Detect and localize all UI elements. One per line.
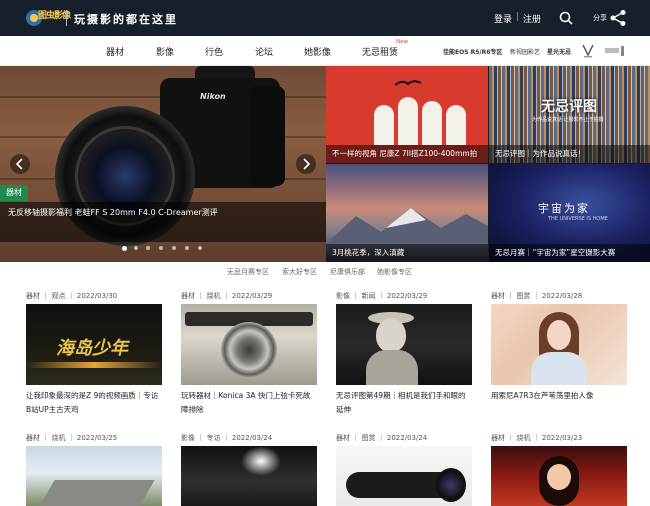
feature-tile-3[interactable]: 3月桃花季，深入滇藏: [326, 164, 488, 262]
tile-overlay-title: 宇宙为家: [538, 202, 590, 215]
article-meta: 器材 ｜ 图赏 ｜ 2022/03/28: [491, 292, 583, 300]
article-thumbnail[interactable]: [181, 304, 317, 385]
mannequin-image: [376, 318, 406, 352]
temple-image: [446, 105, 466, 145]
feature-tile-caption[interactable]: 不一样的视角 尼康Z 7II搭Z100-400mm拍: [326, 145, 488, 163]
temple-image: [398, 97, 418, 145]
mannequin-image: [366, 350, 418, 385]
article-meta: 器材 ｜ 图赏 ｜ 2022/03/24: [336, 434, 428, 442]
register-link[interactable]: 注册: [523, 12, 541, 25]
partner-logo-icon-2[interactable]: [604, 43, 626, 59]
new-badge: New: [396, 39, 408, 45]
article-thumbnail[interactable]: 海岛少年: [26, 304, 162, 385]
portrait-image: [547, 464, 571, 490]
article-title[interactable]: 用索尼A7R3在芦苇荡里拍人像: [491, 389, 627, 403]
carousel-dot[interactable]: [159, 246, 163, 250]
article-thumbnail[interactable]: [491, 446, 627, 506]
article-title[interactable]: 无忌评图第49期｜相机是我们手和眼的延伸: [336, 389, 472, 417]
hero-main-slide[interactable]: Nikon 器材 无反移轴摄影福利 老蛙FF S 20mm F4.0 C-Dre…: [0, 66, 326, 262]
telephoto-lens-image: [436, 468, 466, 502]
glow-effect: [26, 362, 162, 368]
sub-nav: 无忌月赛专区 索大好专区 尼康俱乐部 她影像专区: [0, 263, 650, 281]
hero-banner: Nikon 器材 无反移轴摄影福利 老蛙FF S 20mm F4.0 C-Dre…: [0, 66, 650, 262]
camera-image: [250, 86, 285, 186]
thumbnail-text: 海岛少年: [56, 338, 128, 359]
nav-item-equipment[interactable]: 器材: [106, 45, 124, 58]
article-thumbnail[interactable]: [181, 446, 317, 506]
feature-tile-caption[interactable]: 3月桃花季，深入滇藏: [326, 244, 488, 262]
auth-divider: |: [516, 12, 520, 22]
site-slogan: 玩摄影的都在这里: [74, 13, 178, 26]
tile-overlay-subtitle: 为作品说真话 让摄影不止于拍摄: [532, 117, 604, 123]
feature-tile-caption[interactable]: 无忌月赛｜“宇宙为家”星空摄影大赛: [489, 244, 650, 262]
hero-category-tag[interactable]: 器材: [0, 185, 28, 201]
carousel-dot[interactable]: [185, 246, 189, 250]
portrait-image: [547, 320, 571, 350]
nav-item-imaging[interactable]: 影像: [156, 45, 174, 58]
carousel-dot[interactable]: [122, 246, 127, 251]
temple-image: [422, 101, 442, 145]
logo-divider: [66, 10, 67, 26]
portrait-image: [531, 352, 587, 385]
article-meta: 器材 ｜ 烧机 ｜ 2022/03/25: [26, 434, 118, 442]
main-nav: 器材 影像 行色 论坛 她影像 无忌租赁 New 佳能EOS R5/R6专区 新…: [0, 36, 650, 66]
carousel-dot[interactable]: [146, 246, 150, 250]
nav-item-her-imaging[interactable]: 她影像: [304, 45, 331, 58]
road-image: [37, 480, 155, 506]
nav-item-rental[interactable]: 无忌租赁: [362, 45, 398, 58]
login-link[interactable]: 登录: [494, 12, 512, 25]
light-image: [241, 446, 281, 476]
nav-link-xinshiyuan[interactable]: 新视园影艺: [510, 47, 540, 56]
bird-image: [394, 74, 422, 86]
camera-brand-label: Nikon: [200, 92, 226, 101]
article-meta: 器材 ｜ 烧机 ｜ 2022/03/29: [181, 292, 273, 300]
tile-overlay-subtitle: THE UNIVERSE IS HOME: [548, 216, 608, 222]
article-title[interactable]: 玩转器材｜Konica 3A 快门上弦卡死故障排除: [181, 389, 317, 417]
subnav-item[interactable]: 尼康俱乐部: [330, 267, 365, 277]
nav-link-xingguang[interactable]: 星光无忌: [547, 47, 571, 56]
tile-overlay-title: 无忌评图: [541, 99, 597, 115]
top-bar: 图虫影像 玩摄影的都在这里 登录 | 注册 分享: [0, 0, 650, 36]
nav-item-forum[interactable]: 论坛: [255, 45, 273, 58]
temple-image: [374, 105, 394, 145]
carousel-prev-icon[interactable]: [10, 154, 30, 174]
lens-image: [221, 322, 277, 378]
carousel-dots: [122, 246, 212, 254]
nav-item-travel[interactable]: 行色: [205, 45, 223, 58]
nav-link-canon-zone[interactable]: 佳能EOS R5/R6专区: [443, 47, 502, 56]
article-thumbnail[interactable]: [336, 304, 472, 385]
carousel-dot[interactable]: [198, 246, 202, 250]
share-icon[interactable]: [609, 9, 627, 27]
article-title[interactable]: 让我印象最深的是Z 9的视频画质｜专访B站UP主古天鸡: [26, 389, 162, 417]
partner-logo-icon[interactable]: [581, 43, 595, 59]
carousel-dot[interactable]: [134, 246, 138, 250]
article-thumbnail[interactable]: [26, 446, 162, 506]
subnav-item[interactable]: 无忌月赛专区: [227, 267, 269, 277]
share-label[interactable]: 分享: [593, 13, 607, 23]
article-meta: 器材 ｜ 观点 ｜ 2022/03/30: [26, 292, 118, 300]
article-meta: 影像 ｜ 新闻 ｜ 2022/03/29: [336, 292, 428, 300]
subnav-item[interactable]: 索大好专区: [282, 267, 317, 277]
article-thumbnail[interactable]: [491, 304, 627, 385]
article-thumbnail[interactable]: [336, 446, 472, 506]
hero-caption[interactable]: 无反移轴摄影福利 老蛙FF S 20mm F4.0 C-Dreamer测评: [8, 206, 218, 220]
article-meta: 器材 ｜ 烧机 ｜ 2022/03/23: [491, 434, 583, 442]
carousel-next-icon[interactable]: [296, 154, 316, 174]
carousel-dot[interactable]: [172, 246, 176, 250]
feature-tile-caption[interactable]: 无忌评图｜为作品说真话！: [489, 145, 650, 163]
article-meta: 影像 ｜ 专访 ｜ 2022/03/24: [181, 434, 273, 442]
subnav-item[interactable]: 她影像专区: [377, 267, 412, 277]
search-icon[interactable]: [559, 10, 573, 25]
